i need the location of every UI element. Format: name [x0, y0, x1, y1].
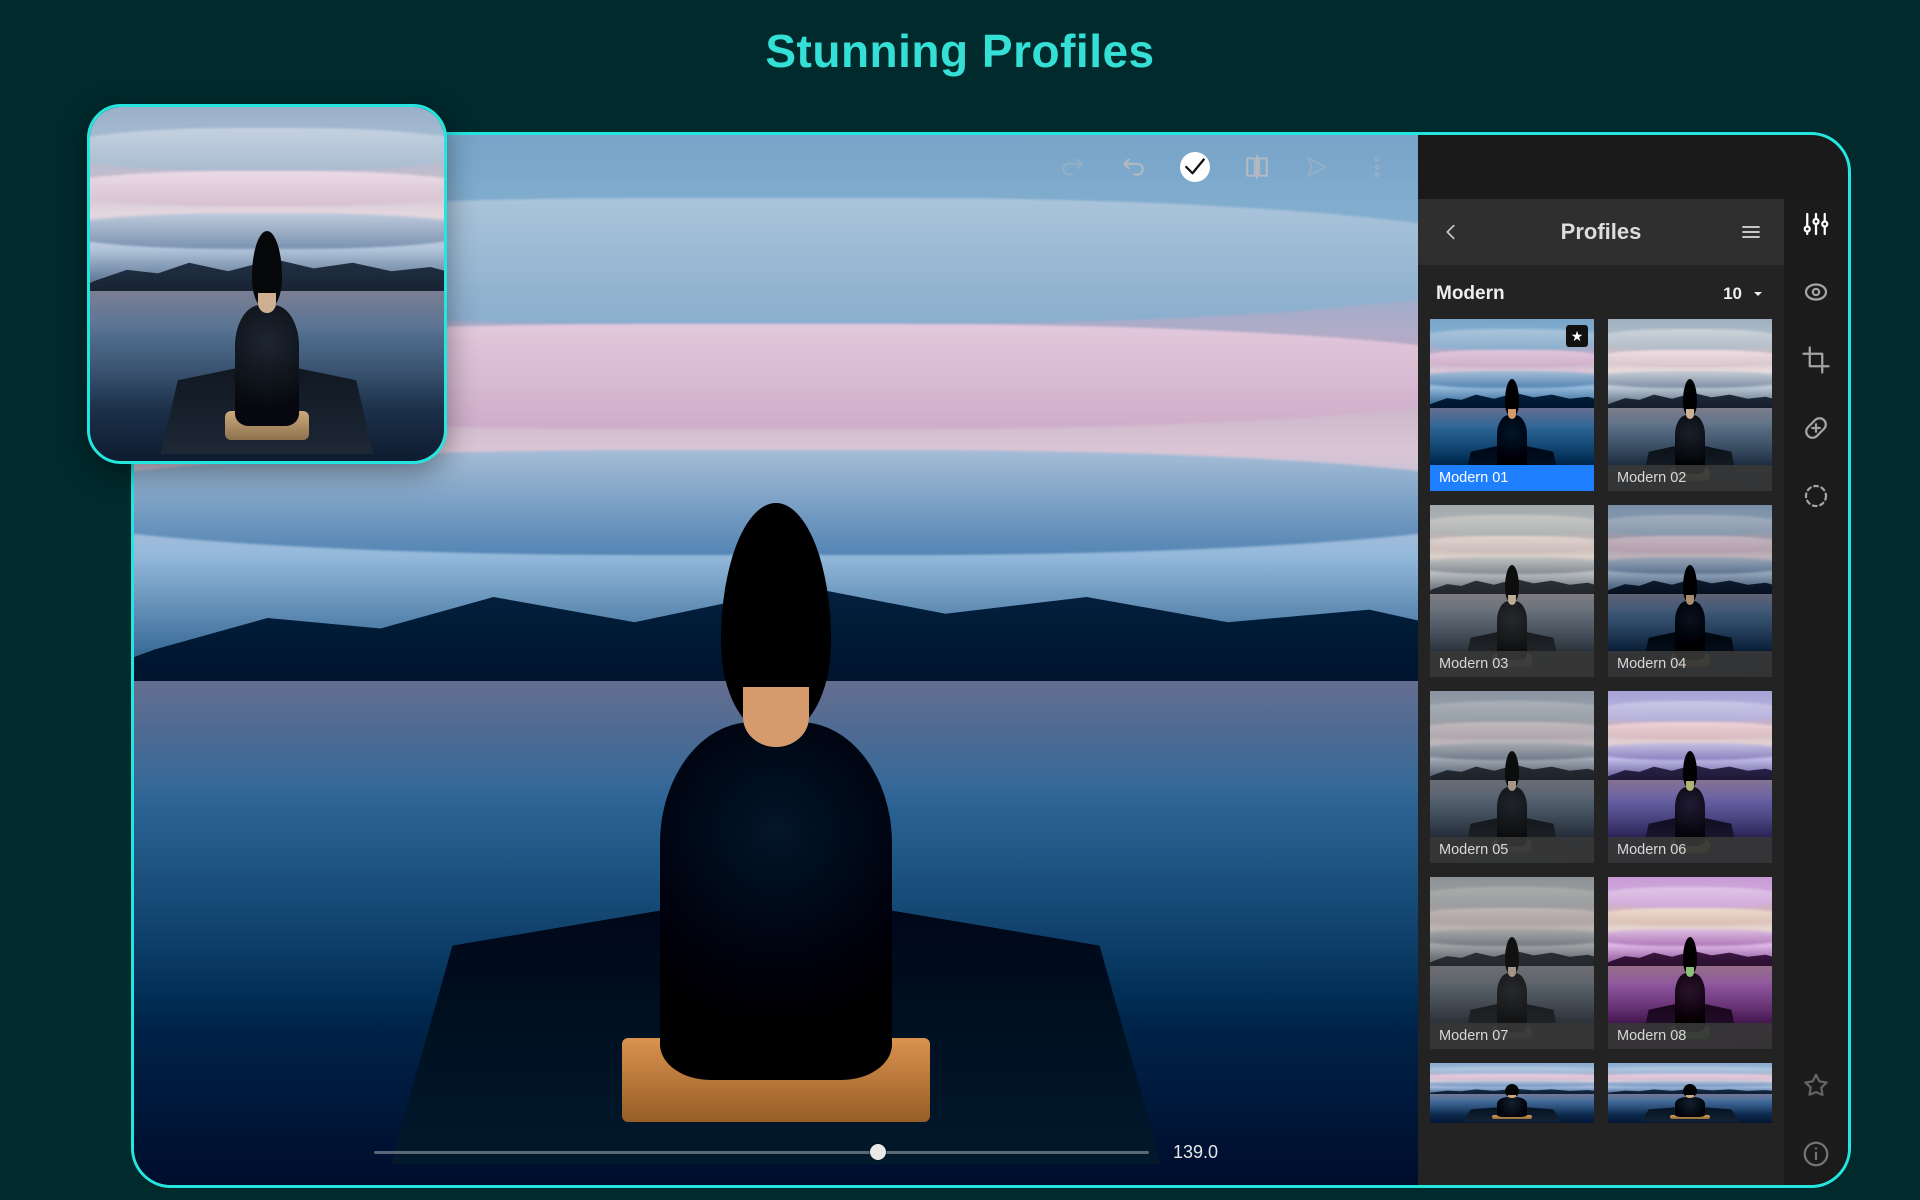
profile-label: Modern 08: [1608, 1023, 1772, 1049]
favorite-badge: ★: [1566, 325, 1588, 347]
profile-category-row[interactable]: Modern 10: [1418, 265, 1784, 319]
profile-label: Modern 05: [1430, 837, 1594, 863]
profile-tile[interactable]: Modern 07: [1430, 877, 1594, 1049]
profile-category-count: 10: [1723, 284, 1766, 304]
profile-label: Modern 07: [1430, 1023, 1594, 1049]
slider-knob[interactable]: [870, 1144, 886, 1160]
profile-preview: [1608, 1063, 1772, 1123]
sliders-icon[interactable]: [1801, 209, 1831, 239]
radial-icon[interactable]: [1801, 481, 1831, 511]
profiles-grid: ★ Modern 01 Modern 02 Modern 03 Modern 04 Mod…: [1418, 319, 1784, 1185]
profile-tile[interactable]: ★ Modern 01: [1430, 319, 1594, 491]
chevron-down-icon: [1750, 286, 1766, 302]
crop-icon[interactable]: [1801, 345, 1831, 375]
profile-tile[interactable]: Modern 03: [1430, 505, 1594, 677]
undo-icon[interactable]: [1120, 154, 1146, 180]
info-icon[interactable]: [1801, 1139, 1831, 1169]
panel-header: Profiles: [1418, 199, 1784, 265]
profile-tile[interactable]: Modern 08: [1608, 877, 1772, 1049]
more-icon[interactable]: [1364, 154, 1390, 180]
profile-label: Modern 01: [1430, 465, 1594, 491]
original-photo: [90, 107, 444, 461]
slider-track[interactable]: [374, 1151, 1149, 1154]
done-button[interactable]: [1180, 152, 1210, 182]
profile-preview: [1430, 1063, 1594, 1123]
profile-tile[interactable]: Modern 04: [1608, 505, 1772, 677]
target-icon[interactable]: [1801, 277, 1831, 307]
profile-label: Modern 03: [1430, 651, 1594, 677]
profile-tile[interactable]: Modern 09: [1430, 1063, 1594, 1123]
profile-category-name: Modern: [1436, 283, 1505, 305]
original-thumbnail: [87, 104, 447, 464]
heal-icon[interactable]: [1801, 413, 1831, 443]
compare-icon[interactable]: [1244, 154, 1270, 180]
profiles-panel: Profiles Modern 10 ★ Modern 01 Modern 02 Mo…: [1418, 199, 1784, 1185]
profile-amount-slider[interactable]: 139.0: [374, 1137, 1218, 1167]
back-icon[interactable]: [1436, 221, 1466, 243]
profile-label: Modern 02: [1608, 465, 1772, 491]
star-icon[interactable]: [1801, 1071, 1831, 1101]
profile-tile[interactable]: Modern 10: [1608, 1063, 1772, 1123]
tool-rail: [1784, 199, 1848, 1185]
share-icon[interactable]: [1304, 154, 1330, 180]
profile-label: Modern 04: [1608, 651, 1772, 677]
slider-value: 139.0: [1173, 1142, 1218, 1163]
profile-tile[interactable]: Modern 05: [1430, 691, 1594, 863]
panel-title: Profiles: [1466, 219, 1736, 245]
promo-headline: Stunning Profiles: [0, 24, 1920, 78]
redo-icon[interactable]: [1060, 154, 1086, 180]
profile-tile[interactable]: Modern 06: [1608, 691, 1772, 863]
profile-tile[interactable]: Modern 02: [1608, 319, 1772, 491]
profile-label: Modern 06: [1608, 837, 1772, 863]
menu-icon[interactable]: [1736, 220, 1766, 244]
